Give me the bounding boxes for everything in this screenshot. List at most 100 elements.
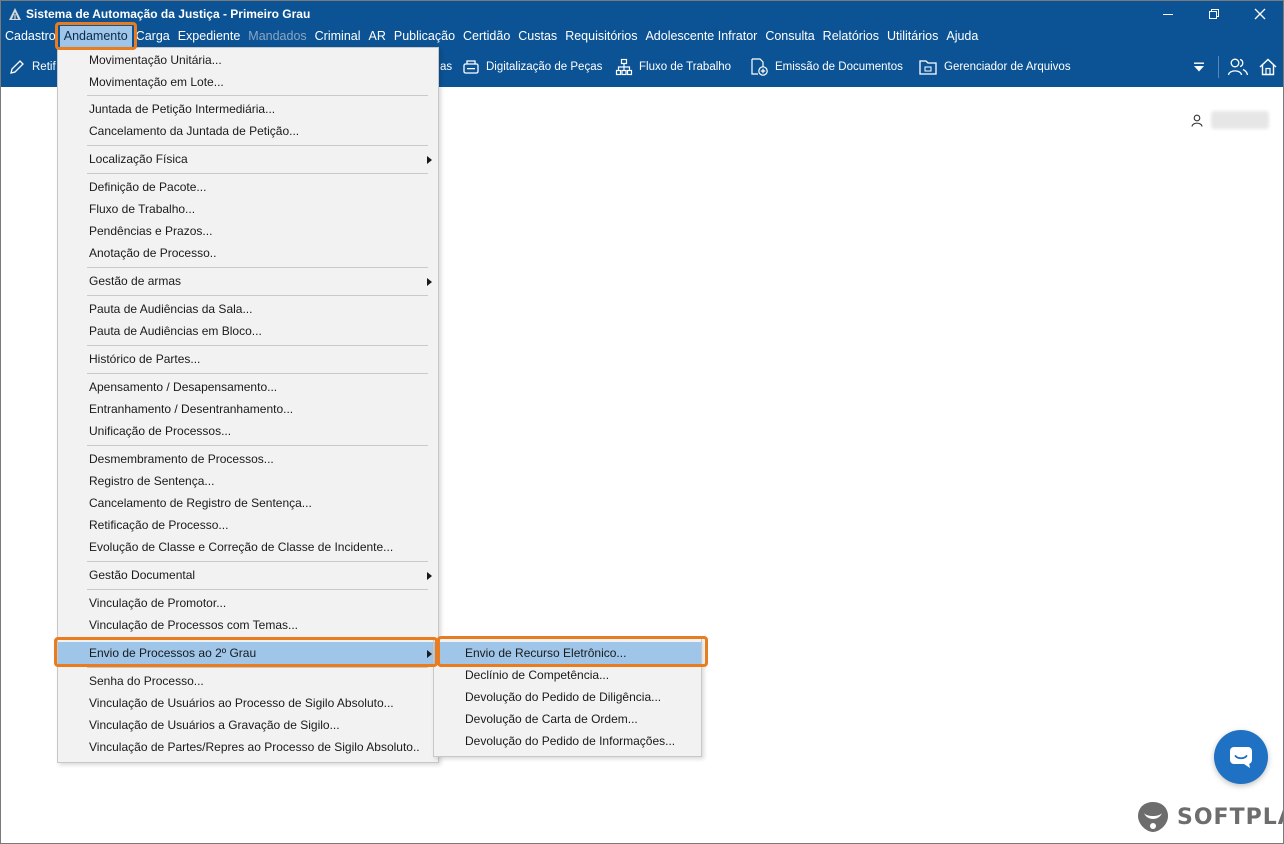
home-icon [1259,58,1277,76]
menu-option-cancelamento-registro[interactable]: Cancelamento de Registro de Sentença... [58,492,438,514]
menu-option-vinculacao-partes-sigilo[interactable]: Vinculação de Partes/Repres ao Processo … [58,736,438,758]
menu-separator [87,267,428,268]
menu-separator [87,95,428,96]
submenu-option-devolucao-diligencia[interactable]: Devolução do Pedido de Diligência... [434,686,701,708]
app-window: Sistema de Automação da Justiça - Primei… [0,0,1284,844]
gerenciador-arquivos-label: Gerenciador de Arquivos [944,61,1071,73]
menu-option-envio-processos-2-grau[interactable]: Envio de Processos ao 2º Grau [58,642,438,664]
menu-utilitarios[interactable]: Utilitários [883,26,942,47]
menu-option-vinculacao-usuarios-sigilo[interactable]: Vinculação de Usuários ao Processo de Si… [58,692,438,714]
menu-option-cancelamento-juntada[interactable]: Cancelamento da Juntada de Petição... [58,120,438,142]
retificacao-label: Retif [32,61,56,73]
menu-separator [87,639,428,640]
envio-submenu: Envio de Recurso Eletrônico... Declínio … [433,638,702,757]
close-button[interactable] [1237,1,1283,26]
toolbar-partial-label: as [440,61,453,73]
restore-icon [1209,8,1219,19]
menu-custas[interactable]: Custas [514,26,561,47]
softplan-logo-icon [1138,802,1168,832]
fluxo-trabalho-button[interactable]: Fluxo de Trabalho [615,47,731,87]
emissao-documentos-button[interactable]: Emissão de Documentos [749,47,903,87]
menu-criminal[interactable]: Criminal [311,26,365,47]
softplan-brand: SOFTPLAN [1135,799,1283,835]
emissao-documentos-label: Emissão de Documentos [775,61,903,73]
submenu-option-declinio-competencia[interactable]: Declínio de Competência... [434,664,701,686]
workflow-icon [615,58,633,76]
menu-option-gestao-documental[interactable]: Gestão Documental [58,564,438,586]
caret-down-icon [1194,62,1204,72]
menu-option-registro-sentenca[interactable]: Registro de Sentença... [58,470,438,492]
chat-icon [1230,747,1252,768]
menu-cadastro[interactable]: Cadastro [1,26,60,47]
menu-separator [87,345,428,346]
menu-separator [87,589,428,590]
submenu-arrow-icon [427,572,432,580]
fluxo-trabalho-label: Fluxo de Trabalho [639,61,732,73]
menu-option-historico-partes[interactable]: Histórico de Partes... [58,348,438,370]
menu-consulta[interactable]: Consulta [761,26,818,47]
toolbar-dropdown-button[interactable] [1184,47,1214,87]
menu-option-anotacao-processo[interactable]: Anotação de Processo.. [58,242,438,264]
menu-option-desmembramento[interactable]: Desmembramento de Processos... [58,448,438,470]
home-button[interactable] [1253,47,1283,87]
menu-option-retificacao-processo[interactable]: Retificação de Processo... [58,514,438,536]
submenu-arrow-icon [427,650,432,658]
restore-button[interactable] [1191,1,1237,26]
menu-option-pauta-sala[interactable]: Pauta de Audiências da Sala... [58,298,438,320]
menu-option-movimentacao-lote[interactable]: Movimentação em Lote... [58,71,438,93]
chat-button[interactable] [1214,730,1268,784]
users-button[interactable] [1223,47,1253,87]
menu-separator [87,667,428,668]
menu-ar[interactable]: AR [365,26,390,47]
menu-option-vinculacao-gravacao-sigilo[interactable]: Vinculação de Usuários a Gravação de Sig… [58,714,438,736]
user-area [1191,111,1269,129]
digitalizacao-button[interactable]: Digitalização de Peças [462,47,602,87]
menu-separator [87,145,428,146]
menu-option-movimentacao-unitaria[interactable]: Movimentação Unitária... [58,49,438,71]
menu-carga[interactable]: Carga [132,26,174,47]
menu-option-juntada-peticao[interactable]: Juntada de Petição Intermediária... [58,98,438,120]
gerenciador-arquivos-button[interactable]: Gerenciador de Arquivos [918,47,1071,87]
menu-option-pendencias-prazos[interactable]: Pendências e Prazos... [58,220,438,242]
retificacao-button[interactable]: Retif [8,47,56,87]
menu-mandados[interactable]: Mandados [244,26,310,47]
menu-option-senha-processo[interactable]: Senha do Processo... [58,670,438,692]
submenu-option-envio-recurso-eletronico[interactable]: Envio de Recurso Eletrônico... [434,642,701,664]
menu-publicacao[interactable]: Publicação [390,26,459,47]
submenu-arrow-icon [427,156,432,164]
menu-option-definicao-pacote[interactable]: Definição de Pacote... [58,176,438,198]
menu-option-localizacao-fisica[interactable]: Localização Física [58,148,438,170]
menu-requisitorios[interactable]: Requisitórios [561,26,641,47]
close-icon [1254,8,1266,19]
minimize-button[interactable] [1145,1,1191,26]
window-controls [1145,1,1283,26]
menu-adolescente-infrator[interactable]: Adolescente Infrator [641,26,761,47]
submenu-option-devolucao-informacoes[interactable]: Devolução do Pedido de Informações... [434,730,701,752]
menu-option-evolucao-classe[interactable]: Evolução de Classe e Correção de Classe … [58,536,438,558]
submenu-option-devolucao-carta-ordem[interactable]: Devolução de Carta de Ordem... [434,708,701,730]
folder-icon [919,60,937,75]
menu-separator [87,445,428,446]
softplan-wordmark: SOFTPLAN [1177,804,1283,830]
menu-relatorios[interactable]: Relatórios [819,26,883,47]
toolbar-separator [1218,56,1219,78]
menu-bar: Cadastro Andamento Carga Expediente Mand… [1,26,1283,47]
menu-option-gestao-armas[interactable]: Gestão de armas [58,270,438,292]
menu-option-apensamento[interactable]: Apensamento / Desapensamento... [58,376,438,398]
menu-option-unificacao[interactable]: Unificação de Processos... [58,420,438,442]
menu-option-fluxo-trabalho[interactable]: Fluxo de Trabalho... [58,198,438,220]
menu-expediente[interactable]: Expediente [174,26,245,47]
menu-ajuda[interactable]: Ajuda [942,26,982,47]
user-name-redacted [1211,111,1269,129]
toolbar-hidden-button[interactable]: as [440,47,452,87]
toolbar-right [1184,47,1283,87]
menu-option-pauta-bloco[interactable]: Pauta de Audiências em Bloco... [58,320,438,342]
andamento-dropdown-menu: Movimentação Unitária... Movimentação em… [57,47,439,763]
menu-andamento[interactable]: Andamento [59,26,132,47]
window-title: Sistema de Automação da Justiça - Primei… [26,6,311,21]
user-icon [1191,114,1203,127]
menu-option-vinculacao-temas[interactable]: Vinculação de Processos com Temas... [58,614,438,636]
menu-certidao[interactable]: Certidão [459,26,514,47]
menu-option-entranhamento[interactable]: Entranhamento / Desentranhamento... [58,398,438,420]
menu-option-vinculacao-promotor[interactable]: Vinculação de Promotor... [58,592,438,614]
